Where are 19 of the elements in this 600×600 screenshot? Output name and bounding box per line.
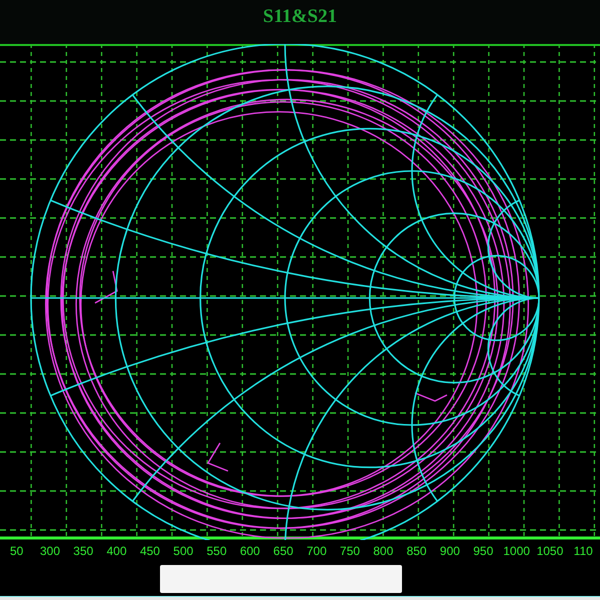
axis-label: 700 <box>306 543 328 560</box>
axis-label: 900 <box>438 543 461 560</box>
axis-label: 110 <box>572 543 594 560</box>
axis-label: 950 <box>472 543 494 560</box>
axis-label: 600 <box>238 543 261 560</box>
screen-title: S11&S21 <box>263 6 337 28</box>
axis-label: 800 <box>372 543 394 560</box>
axis-label: 500 <box>172 543 194 560</box>
axis-label: 850 <box>406 543 428 560</box>
axis-label: 50 <box>8 543 24 560</box>
axis-label: 300 <box>38 543 61 560</box>
axis-label: 350 <box>72 543 94 560</box>
axis-label: 650 <box>272 543 294 560</box>
axis-label: 400 <box>106 543 128 560</box>
axis-label: 1050 <box>536 543 564 560</box>
axis-label: 1000 <box>502 543 531 560</box>
axis-label: 750 <box>338 543 361 560</box>
axis-label: 550 <box>206 543 228 560</box>
axis-label: 450 <box>138 543 161 560</box>
